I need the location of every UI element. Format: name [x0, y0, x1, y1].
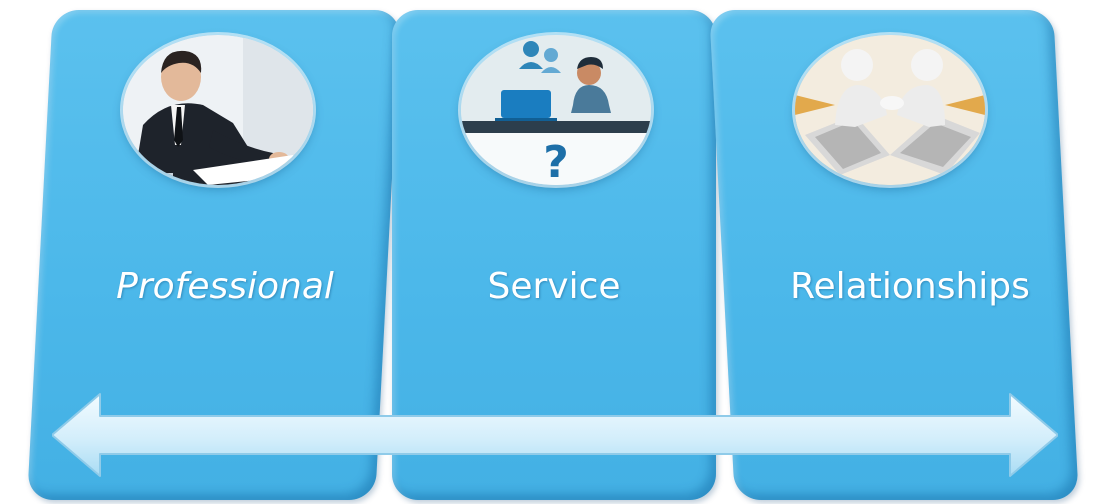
svg-text:?: ? [543, 137, 569, 185]
handshake-figures-icon [795, 35, 985, 185]
label-professional: Professional [116, 266, 334, 307]
customer-support-question-icon: ? [461, 35, 651, 185]
label-relationships: Relationships [790, 266, 1030, 307]
diagram-canvas: ? Professional Service Relationships [0, 0, 1104, 504]
label-service: Service [487, 266, 621, 307]
double-headed-arrow-icon [52, 393, 1058, 477]
businessman-writing-icon [123, 35, 313, 185]
